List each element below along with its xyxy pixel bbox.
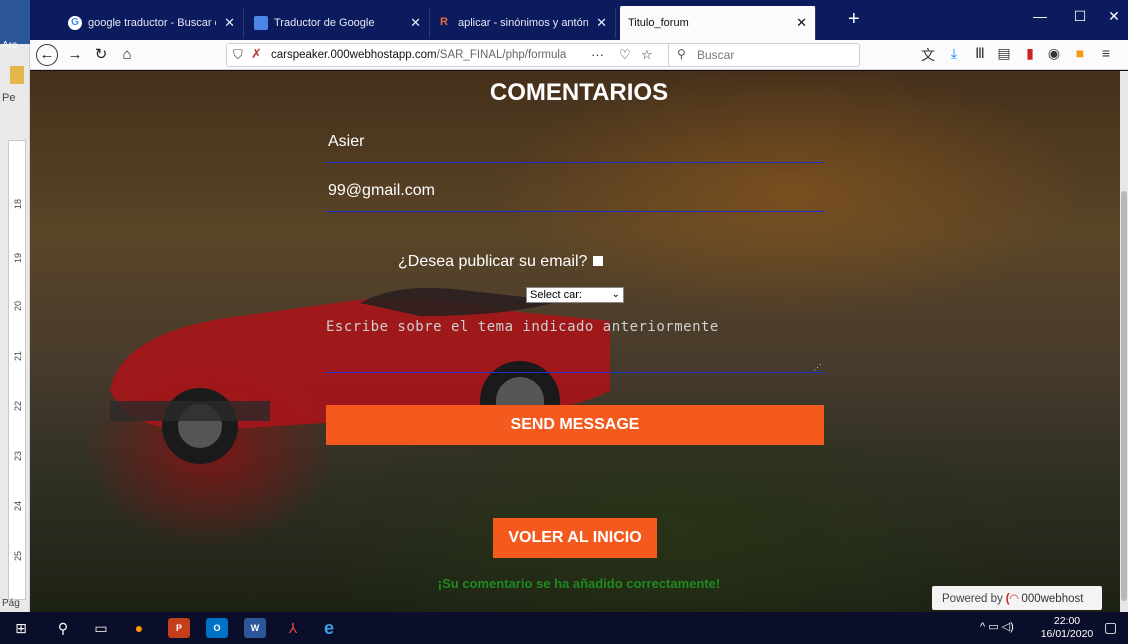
close-icon[interactable]: ✕ [224,15,235,31]
browser-tab-bar: G google traductor - Buscar con ✕ Traduc… [30,0,1128,40]
car-select[interactable]: Select car: ⌄ [526,287,624,303]
word-icon[interactable]: W [244,618,266,638]
url-host: carspeaker.000webhostapp.com [271,49,437,61]
word-title-area [0,0,30,44]
search-placeholder: Buscar [697,48,735,62]
download-icon[interactable]: ⤓ [944,45,964,62]
ruler-number: 18 [13,199,23,210]
publish-email-label: ¿Desea publicar su email? [398,253,588,270]
reader-view-icon[interactable]: ▤ [994,45,1014,62]
tab-google-search[interactable]: G google traductor - Buscar con ✕ [60,8,244,38]
word-page-fragment: Pág [2,598,20,609]
url-text[interactable]: carspeaker.000webhostapp.com/SAR_FINAL/p… [271,49,571,61]
send-message-button[interactable]: SEND MESSAGE [326,405,824,445]
scrollbar-thumb[interactable] [1121,191,1127,601]
clock-date: 16/01/2020 [1040,628,1094,640]
windows-taskbar: ⊞ ⚲ ▭ ● P O W ⅄ e ^ ▭ ◁) 22:00 16/01/202… [0,612,1128,644]
windows-start-icon[interactable]: ⊞ [10,618,32,638]
name-field[interactable]: Asier [326,133,824,163]
resize-grip-icon[interactable]: ⋰ [814,363,823,372]
message-placeholder: Escribe sobre el tema indicado anteriorm… [326,319,719,335]
home-icon[interactable]: ⌂ [116,45,138,65]
page-viewport: COMENTARIOS Asier 99@gmail.com ¿Desea pu… [30,71,1128,612]
clock-time: 22:00 [1053,615,1081,627]
word-vertical-ruler: 18 19 20 21 22 23 24 25 [8,140,26,600]
close-icon[interactable]: ✕ [596,15,607,31]
tab-label: Titulo_forum [628,17,689,29]
message-textarea[interactable]: Escribe sobre el tema indicado anteriorm… [326,319,824,373]
chevron-down-icon: ⌄ [611,289,620,300]
car-select-value: Select car: [530,289,582,301]
000webhost-logo-icon: (◠ [1005,593,1019,605]
powered-by-label: Powered by [942,593,1003,605]
library-icon[interactable]: Ⅲ [970,45,990,62]
account-icon[interactable]: ◉ [1044,45,1064,62]
search-input[interactable]: ⚲ Buscar [668,43,860,67]
publish-email-checkbox[interactable] [593,256,604,266]
tab-synonyms[interactable]: R aplicar - sinónimos y antónimo ✕ [432,8,616,38]
google-icon: G [68,16,82,30]
page-title: COMENTARIOS [489,79,669,106]
bookmark-star-icon[interactable]: ☆ [641,47,653,63]
ruler-number: 23 [13,451,23,462]
word-tab-fragment: Arc [2,40,17,51]
page-scrollbar[interactable] [1120,71,1128,612]
ruler-number: 19 [13,253,23,264]
comment-form: COMENTARIOS Asier 99@gmail.com ¿Desea pu… [30,71,1128,612]
page-actions-icon[interactable]: ··· [591,47,604,62]
tab-translator[interactable]: Traductor de Google ✕ [246,8,430,38]
translate-icon [254,16,268,30]
outlook-icon[interactable]: O [206,618,228,638]
forward-button[interactable]: → [64,45,86,65]
word-folder-icon [10,66,24,84]
search-icon[interactable]: ⚲ [52,618,74,638]
ruler-number: 24 [13,501,23,512]
word-side-label: Pe [2,92,16,104]
back-to-home-button[interactable]: VOLER AL INICIO [493,518,657,558]
firefox-icon[interactable]: ● [128,618,150,638]
ruler-number: 20 [13,301,23,312]
extension-icon[interactable]: ■ [1070,45,1090,61]
close-icon[interactable]: ✕ [410,15,421,31]
internet-explorer-icon[interactable]: e [318,618,340,638]
insecure-lock-icon[interactable]: ✗ [251,46,262,62]
powered-by-brand: 000webhost [1021,593,1084,605]
ruler-number: 21 [13,351,23,362]
pocket-icon[interactable]: ♡ [619,47,631,63]
word-window-strip: Arc Pe 18 19 20 21 22 23 24 25 Pág [0,0,30,612]
tab-label: Traductor de Google [274,17,375,29]
powerpoint-icon[interactable]: P [168,618,190,638]
menu-icon[interactable]: ≡ [1096,45,1116,61]
email-field[interactable]: 99@gmail.com [326,182,824,212]
task-view-icon[interactable]: ▭ [90,618,112,638]
wordreference-icon: R [440,16,448,28]
url-bar[interactable]: ⛉ ✗ carspeaker.000webhostapp.com/SAR_FIN… [226,43,694,67]
search-icon: ⚲ [677,47,686,61]
tab-label: google traductor - Buscar con [88,17,216,29]
back-button[interactable]: ← [36,44,58,66]
close-icon[interactable]: ✕ [796,15,807,31]
reload-button[interactable]: ↻ [90,45,112,65]
taskbar-clock[interactable]: 22:00 16/01/2020 [1040,615,1094,641]
powered-by-badge[interactable]: Powered by (◠ 000webhost [932,586,1102,610]
shield-icon[interactable]: ⛉ [233,47,243,63]
translate-toolbar-icon[interactable]: 文 [918,45,938,65]
browser-nav-bar: ← → ↻ ⌂ ⛉ ✗ carspeaker.000webhostapp.com… [30,40,1128,70]
tab-label: aplicar - sinónimos y antónimo [458,17,589,29]
email-value: 99@gmail.com [328,182,435,199]
tab-titulo-forum[interactable]: Titulo_forum ✕ [620,6,816,40]
ruler-number: 22 [13,401,23,412]
notifications-icon[interactable]: ▢ [1104,619,1117,636]
close-window-button[interactable]: ✕ [1094,8,1128,25]
minimize-button[interactable]: — [1020,8,1060,24]
acrobat-icon[interactable]: ⅄ [282,618,304,638]
name-value: Asier [328,133,365,150]
system-tray[interactable]: ^ ▭ ◁) [980,620,1014,633]
ruler-number: 25 [13,551,23,562]
pdf-icon[interactable]: ▮ [1020,45,1040,62]
new-tab-button[interactable]: + [848,8,860,30]
url-path: /SAR_FINAL/php/formula [436,49,567,61]
publish-email-row: ¿Desea publicar su email? [398,253,604,271]
